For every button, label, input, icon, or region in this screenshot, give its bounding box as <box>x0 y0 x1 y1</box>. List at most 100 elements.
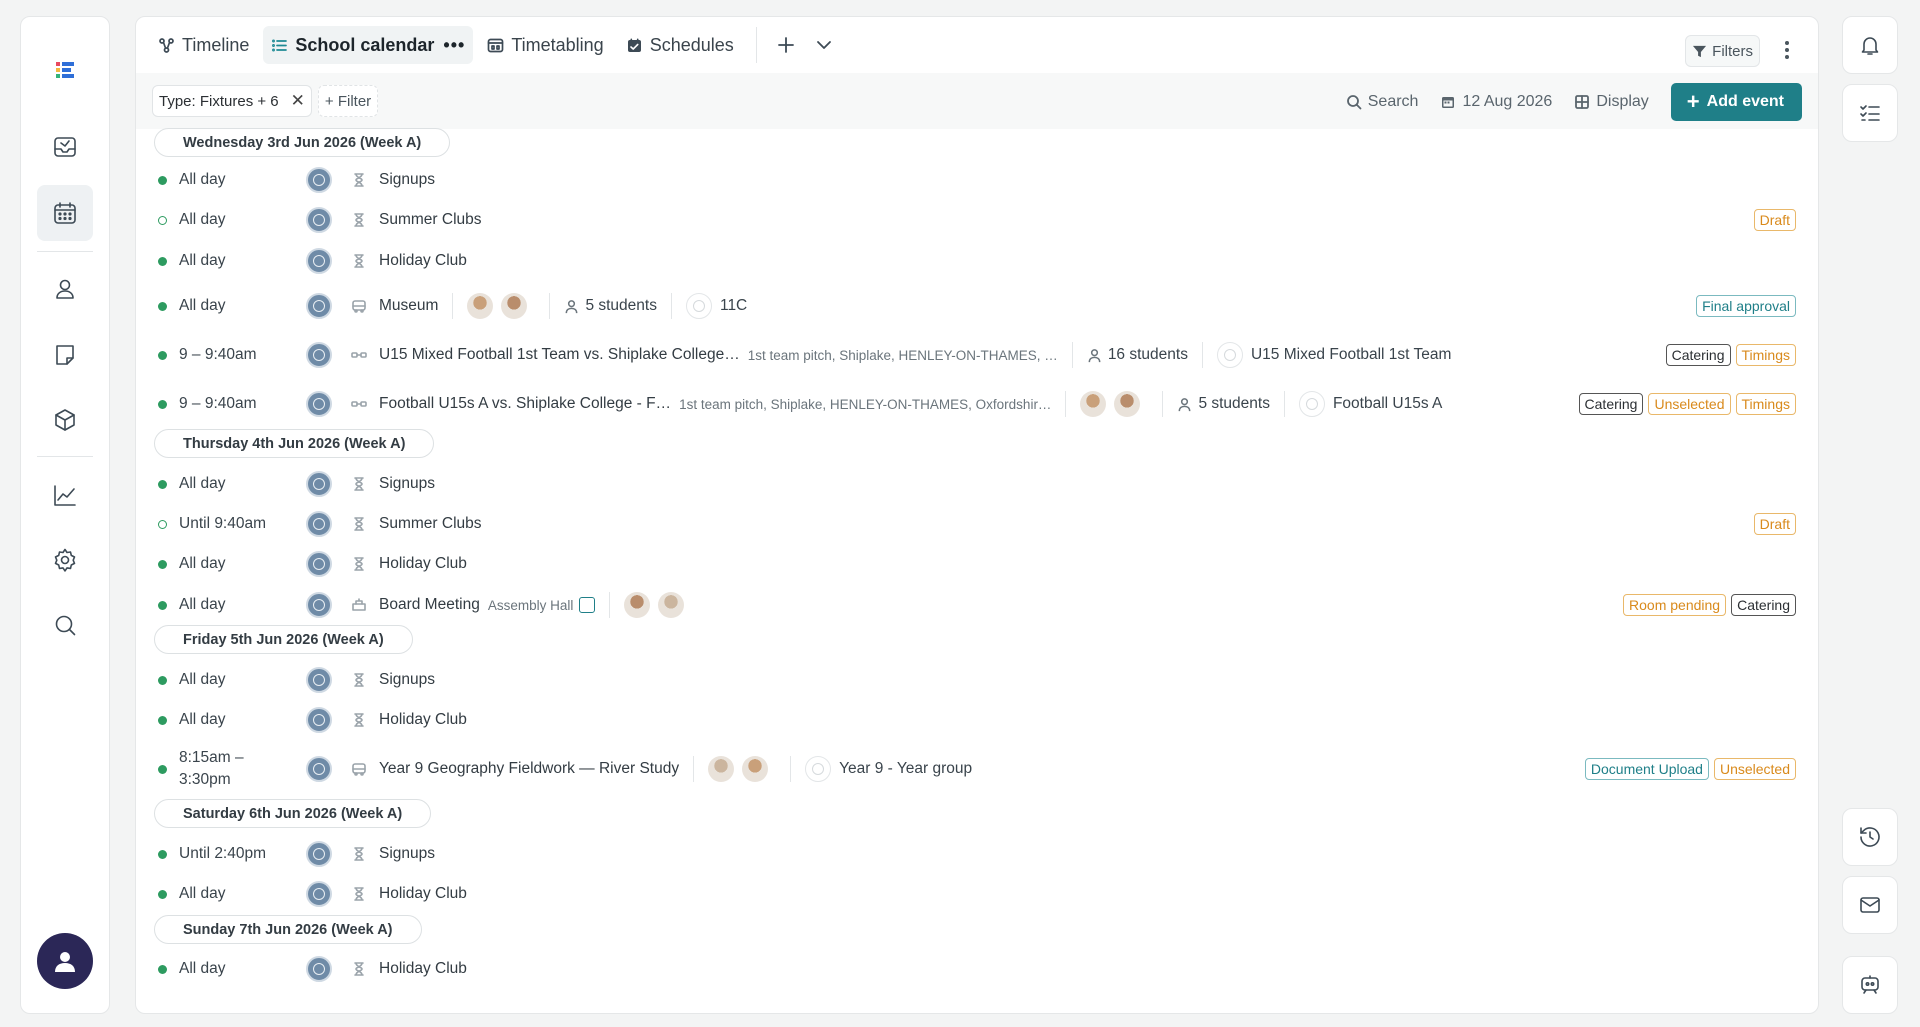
tab-timetabling[interactable]: Timetabling <box>479 26 611 64</box>
event-time: All day <box>179 885 226 902</box>
event-time: 9 – 9:40am <box>179 346 257 363</box>
event-title[interactable]: Holiday Club <box>379 960 467 978</box>
event-title[interactable]: Summer Clubs <box>379 515 482 533</box>
status-badge[interactable]: Timings <box>1735 344 1796 366</box>
display-button[interactable]: Display <box>1574 93 1649 111</box>
notifications-bell-icon[interactable] <box>1842 16 1898 74</box>
calendar-icon[interactable] <box>37 185 93 241</box>
staff-avatar[interactable] <box>742 756 769 782</box>
event-title[interactable]: Board Meeting <box>379 596 480 614</box>
staff-avatar[interactable] <box>658 592 685 618</box>
staff-avatar[interactable] <box>1114 391 1141 417</box>
event-title[interactable]: Signups <box>379 671 435 689</box>
status-dot <box>158 302 167 311</box>
event-title[interactable]: Holiday Club <box>379 711 467 729</box>
event-row[interactable]: All day Board Meeting Assembly Hall Room pe… <box>136 591 1818 619</box>
status-badge[interactable]: Catering <box>1665 344 1731 366</box>
support-icon[interactable] <box>1842 956 1898 1014</box>
status-badge[interactable]: Unselected <box>1713 758 1796 780</box>
status-badge[interactable]: Catering <box>1578 393 1644 415</box>
staff-avatar[interactable] <box>624 592 651 618</box>
status-badge[interactable]: Document Upload <box>1584 758 1709 780</box>
status-badge[interactable]: Unselected <box>1648 393 1731 415</box>
event-list: Wednesday 3rd Jun 2026 (Week A) All day Si… <box>136 128 1818 1013</box>
status-dot <box>158 676 167 685</box>
inbox-icon[interactable] <box>37 119 93 175</box>
status-badge[interactable]: Room pending <box>1623 594 1727 616</box>
event-row[interactable]: All day Holiday Club <box>136 247 1818 275</box>
event-title[interactable]: U15 Mixed Football 1st Team vs. Shiplake… <box>379 346 740 364</box>
event-title[interactable]: Holiday Club <box>379 252 467 270</box>
user-avatar[interactable] <box>37 933 93 989</box>
event-row[interactable]: All day Summer Clubs Draft <box>136 206 1818 234</box>
event-row[interactable]: All day Holiday Club <box>136 955 1818 983</box>
school-crest-icon <box>306 342 332 368</box>
people-icon[interactable] <box>37 261 93 317</box>
event-row[interactable]: Until 2:40pm Signups <box>136 840 1818 868</box>
event-row[interactable]: All day Signups <box>136 470 1818 498</box>
add-view-plus-icon[interactable] <box>771 30 801 60</box>
settings-gear-icon[interactable] <box>37 532 93 588</box>
status-badge[interactable]: Draft <box>1753 513 1796 535</box>
tab-more-options[interactable]: ••• <box>443 35 465 56</box>
note-icon[interactable] <box>579 597 596 613</box>
event-row[interactable]: Until 9:40am Summer Clubs Draft <box>136 510 1818 538</box>
event-title[interactable]: Football U15s A vs. Shiplake College - F… <box>379 395 671 413</box>
event-title[interactable]: Holiday Club <box>379 555 467 573</box>
mail-icon[interactable] <box>1842 876 1898 934</box>
event-row[interactable]: All day Holiday Club <box>136 550 1818 578</box>
analytics-icon[interactable] <box>37 467 93 523</box>
notes-icon[interactable] <box>37 327 93 383</box>
status-dot <box>158 601 167 610</box>
staff-avatar[interactable] <box>708 756 735 782</box>
staff-avatar[interactable] <box>1080 391 1107 417</box>
event-title[interactable]: Summer Clubs <box>379 211 482 229</box>
event-row[interactable]: All day Signups <box>136 666 1818 694</box>
event-title[interactable]: Museum <box>379 297 438 315</box>
event-title[interactable]: Holiday Club <box>379 885 467 903</box>
history-icon[interactable] <box>1842 808 1898 866</box>
tab-timeline[interactable]: Timeline <box>150 26 257 64</box>
students-label: 16 students <box>1107 346 1188 363</box>
group-label[interactable]: 11C <box>720 297 747 315</box>
group-label[interactable]: Year 9 - Year group <box>839 760 972 778</box>
event-row[interactable]: All day Holiday Club <box>136 880 1818 908</box>
event-row[interactable]: 8:15am – 3:30pm Year 9 Geography Fieldwork… <box>136 749 1818 788</box>
event-row[interactable]: 9 – 9:40am U15 Mixed Football 1st Team vs… <box>136 341 1818 369</box>
team-label[interactable]: U15 Mixed Football 1st Team <box>1251 346 1451 364</box>
event-row[interactable]: All day Holiday Club <box>136 706 1818 734</box>
tab-school-calendar[interactable]: School calendar ••• <box>263 26 474 64</box>
resources-icon[interactable] <box>37 392 93 448</box>
school-crest-icon <box>306 391 332 417</box>
add-event-button[interactable]: + Add event <box>1670 83 1802 121</box>
filter-chip-type[interactable]: Type: Fixtures + 6 ✕ <box>152 85 312 117</box>
views-chevron-down-icon[interactable] <box>809 30 839 60</box>
event-content: Signups <box>379 666 435 694</box>
more-options-vertical-icon[interactable] <box>1780 39 1794 63</box>
staff-avatar[interactable] <box>501 293 528 319</box>
event-title[interactable]: Signups <box>379 845 435 863</box>
event-row[interactable]: All day Museum 5 students 11C Final approval <box>136 292 1818 320</box>
event-title[interactable]: Signups <box>379 475 435 493</box>
status-badge[interactable]: Timings <box>1735 393 1796 415</box>
staff-avatar[interactable] <box>467 293 494 319</box>
tab-schedules[interactable]: Schedules <box>618 26 742 64</box>
event-row[interactable]: 9 – 9:40am Football U15s A vs. Shiplake C… <box>136 390 1818 418</box>
search-icon[interactable] <box>37 597 93 653</box>
separator <box>1283 391 1285 417</box>
checklist-icon[interactable] <box>1842 84 1898 142</box>
filters-button[interactable]: Filters <box>1685 35 1760 67</box>
filter-chip-label: Type: Fixtures + 6 <box>159 92 279 110</box>
status-badge[interactable]: Catering <box>1731 594 1796 616</box>
status-badge[interactable]: Final approval <box>1696 295 1796 317</box>
status-badge[interactable]: Draft <box>1753 209 1796 231</box>
event-row[interactable]: All day Signups <box>136 166 1818 194</box>
remove-filter-close-icon[interactable]: ✕ <box>291 91 305 111</box>
add-filter-button[interactable]: + Filter <box>317 85 379 117</box>
app-logo-icon[interactable] <box>37 42 93 98</box>
event-title[interactable]: Signups <box>379 171 435 189</box>
event-title[interactable]: Year 9 Geography Fieldwork — River Study <box>379 760 679 778</box>
search-button[interactable]: Search <box>1346 93 1418 111</box>
team-label[interactable]: Football U15s A <box>1333 395 1442 413</box>
date-picker-button[interactable]: 12 Aug 2026 <box>1440 93 1552 111</box>
